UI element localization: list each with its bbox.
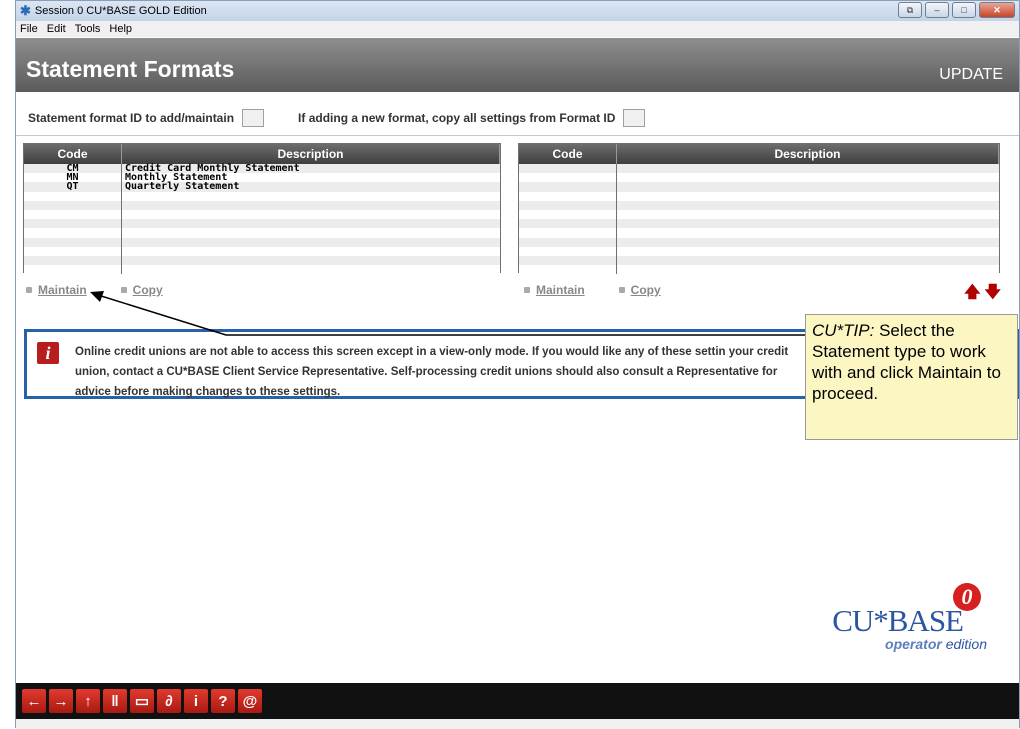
link-icon[interactable]: ∂ bbox=[157, 689, 181, 713]
close-button[interactable]: ✕ bbox=[979, 2, 1015, 18]
help-icon[interactable]: ? bbox=[211, 689, 235, 713]
app-icon: ✱ bbox=[20, 3, 31, 18]
tip-prefix: CU*TIP: bbox=[812, 321, 875, 340]
bottom-toolbar: ← → ↑ ‖ ▭ ∂ i ? @ bbox=[16, 683, 1019, 719]
page-title: Statement Formats bbox=[26, 56, 235, 82]
menu-bar: File Edit Tools Help bbox=[16, 21, 1019, 37]
menu-tools[interactable]: Tools bbox=[75, 23, 101, 35]
page-header: Statement Formats UPDATE bbox=[16, 38, 1019, 92]
title-bar: ✱ Session 0 CU*BASE GOLD Edition ⧉ – □ ✕ bbox=[16, 1, 1019, 21]
maximize-button[interactable]: □ bbox=[952, 2, 976, 18]
window-title: Session 0 CU*BASE GOLD Edition bbox=[34, 5, 207, 17]
forward-icon[interactable]: → bbox=[49, 689, 73, 713]
cubase-logo: 0 CU*BASE operator edition bbox=[821, 583, 991, 655]
tip-box: CU*TIP: Select the Statement type to wor… bbox=[805, 314, 1018, 440]
menu-edit[interactable]: Edit bbox=[47, 23, 66, 35]
logo-edition: operator edition bbox=[885, 636, 987, 652]
minimize-button[interactable]: – bbox=[925, 2, 949, 18]
back-icon[interactable]: ← bbox=[22, 689, 46, 713]
menu-file[interactable]: File bbox=[20, 23, 38, 35]
restore-icon[interactable]: ⧉ bbox=[898, 2, 922, 18]
main-content: Statement format ID to add/maintain If a… bbox=[16, 92, 1019, 682]
mode-label: UPDATE bbox=[939, 66, 1003, 83]
info-button-icon[interactable]: i bbox=[184, 689, 208, 713]
app-window: ✱ Session 0 CU*BASE GOLD Edition ⧉ – □ ✕… bbox=[15, 0, 1020, 729]
logo-brand: CU*BASE bbox=[832, 603, 964, 638]
menu-help[interactable]: Help bbox=[109, 23, 132, 35]
pause-icon[interactable]: ‖ bbox=[103, 689, 127, 713]
print-icon[interactable]: ▭ bbox=[130, 689, 154, 713]
up-icon[interactable]: ↑ bbox=[76, 689, 100, 713]
at-icon[interactable]: @ bbox=[238, 689, 262, 713]
